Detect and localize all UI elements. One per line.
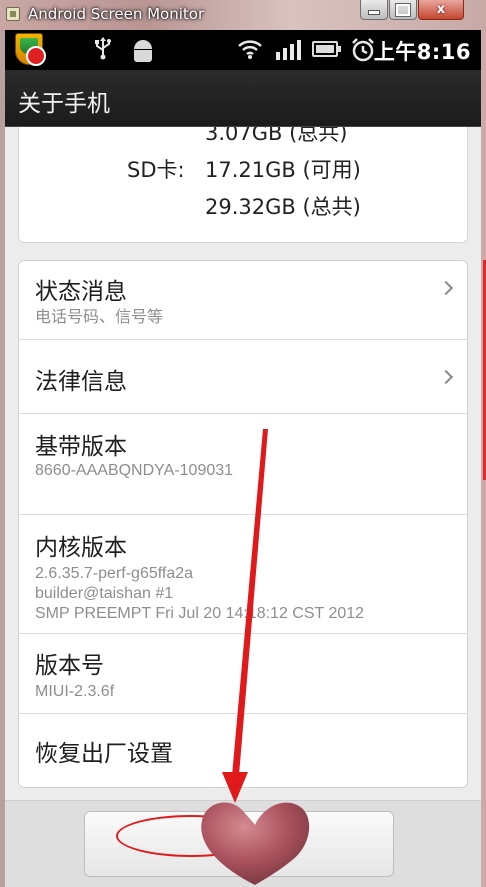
status-bar: 上午8:16	[5, 30, 481, 70]
item-subtitle: 8660-AAABQNDYA-109031	[35, 462, 234, 479]
page-title: 关于手机	[18, 91, 110, 117]
storage-card: 3.07GB (总共) SD卡: 17.21GB (可用) 29.32GB (总…	[18, 127, 468, 243]
list-item-build-number[interactable]: 版本号 MIUI-2.3.6f	[19, 634, 467, 714]
close-button[interactable]: x	[418, 0, 464, 20]
item-title: 法律信息	[35, 369, 127, 395]
item-subtitle: MIUI-2.3.6f	[35, 683, 115, 700]
item-title: 基带版本	[35, 434, 127, 460]
status-time: 上午8:16	[373, 40, 471, 64]
signal-icon	[275, 40, 301, 60]
list-item-status[interactable]: 状态消息 电话号码、信号等	[19, 261, 467, 340]
item-subtitle: 电话号码、信号等	[35, 309, 164, 326]
alarm-icon	[350, 37, 376, 63]
item-title: 版本号	[35, 653, 104, 679]
wifi-icon	[237, 38, 263, 60]
settings-content[interactable]: 3.07GB (总共) SD卡: 17.21GB (可用) 29.32GB (总…	[5, 127, 481, 887]
app-icon	[6, 7, 20, 21]
internal-total-value: 3.07GB (总共)	[205, 127, 348, 145]
action-bar: 关于手机	[5, 70, 481, 127]
battery-icon	[312, 41, 341, 57]
list-item-baseband: 基带版本 8660-AAABQNDYA-109031	[19, 414, 467, 515]
chevron-right-icon	[438, 280, 454, 296]
close-icon: x	[436, 2, 446, 17]
chevron-right-icon	[438, 369, 454, 385]
about-phone-list: 状态消息 电话号码、信号等 法律信息 基带版本 8660-AAABQNDYA-1…	[18, 260, 468, 788]
minimize-button[interactable]	[360, 0, 388, 20]
sd-total-value: 29.32GB (总共)	[205, 195, 361, 219]
item-title: 恢复出厂设置	[35, 741, 173, 767]
list-item-legal[interactable]: 法律信息	[19, 340, 467, 414]
host-window-titlebar: Android Screen Monitor x	[0, 0, 486, 30]
item-title: 内核版本	[35, 535, 127, 561]
maximize-button[interactable]	[389, 0, 417, 20]
host-window-title: Android Screen Monitor	[28, 5, 205, 23]
list-item-kernel: 内核版本 2.6.35.7-perf-g65ffa2a builder@tais…	[19, 515, 467, 634]
security-shield-icon	[15, 33, 46, 66]
item-title: 状态消息	[35, 279, 127, 305]
sd-card-label: SD卡:	[127, 158, 185, 182]
sd-available-value: 17.21GB (可用)	[205, 158, 361, 182]
android-debug-icon	[132, 40, 154, 62]
window-border-right	[481, 30, 486, 887]
item-subtitle-line: builder@taishan #1	[35, 585, 174, 602]
item-subtitle-line: SMP PREEMPT Fri Jul 20 14:18:12 CST 2012	[35, 605, 365, 622]
usb-icon	[93, 36, 113, 67]
list-item-factory-reset[interactable]: 恢复出厂设置	[19, 714, 467, 787]
annotation-heart-icon	[201, 802, 310, 885]
item-subtitle-line: 2.6.35.7-perf-g65ffa2a	[35, 565, 194, 582]
